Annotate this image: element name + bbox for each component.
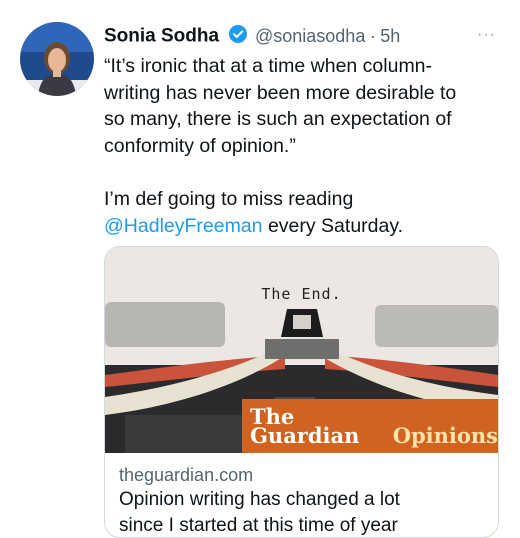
- author-avatar[interactable]: [20, 22, 94, 96]
- image-caption: The End.: [261, 285, 342, 303]
- more-options-icon[interactable]: ···: [477, 26, 496, 44]
- card-image: The End. The Guardian Opinions: [105, 247, 498, 453]
- comment-suffix: every Saturday.: [262, 214, 404, 237]
- card-meta: theguardian.com Opinion writing has chan…: [105, 453, 498, 537]
- tweet-text: “It’s ironic that at a time when column-…: [104, 53, 500, 239]
- guardian-wordmark: The Guardian: [250, 404, 360, 448]
- tweet-time[interactable]: 5h: [380, 26, 400, 46]
- author-handle[interactable]: @soniasodha: [255, 26, 365, 46]
- quote-line-1: “It’s ironic that at a time when column-: [104, 55, 433, 77]
- quote-line-3: so many, there is such an expectation of: [104, 108, 452, 130]
- comment-line-1: I’m def going to miss reading: [104, 188, 354, 210]
- card-headline-continued: since I started at this time of year: [119, 515, 398, 536]
- opinions-wordmark: Opinions: [392, 423, 498, 448]
- author-name[interactable]: Sonia Sodha: [104, 26, 219, 47]
- comment-line-2: @HadleyFreeman every Saturday.: [104, 213, 500, 240]
- verified-badge-icon: [228, 24, 248, 49]
- separator-dot: ·: [369, 26, 376, 46]
- profile-photo: [20, 22, 94, 96]
- card-domain: theguardian.com: [119, 465, 254, 485]
- tweet-header: Sonia Sodha @soniasodha · 5h ···: [104, 24, 500, 52]
- quote-line-2: writing has never been more desirable to: [104, 81, 457, 104]
- mention-link[interactable]: @HadleyFreeman: [104, 215, 263, 237]
- link-preview-card[interactable]: The End. The Guardian Opinions theguardi…: [104, 246, 499, 538]
- guardian-opinions-logo: The Guardian Opinions: [242, 399, 498, 453]
- quote-line-4: conformity of opinion.”: [104, 134, 296, 157]
- card-headline: Opinion writing has changed a lot: [119, 489, 400, 510]
